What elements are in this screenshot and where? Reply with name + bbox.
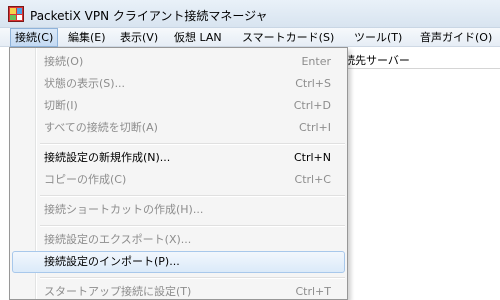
menu-item-label: 接続ショートカットの作成(H)... [44, 203, 204, 216]
menu-view[interactable]: 表示(V) [116, 28, 162, 47]
menu-item-startup-connection[interactable]: スタートアップ接続に設定(T) Ctrl+T [12, 281, 345, 299]
window-title: PacketiX VPN クライアント接続マネージャ [30, 9, 268, 23]
menu-bar: 接続(C) 編集(E) 表示(V) 仮想 LAN スマートカード(S) ツール(… [0, 28, 500, 47]
menu-item-label: 接続設定のエクスポート(X)... [44, 233, 192, 246]
menu-item-disconnect-all[interactable]: すべての接続を切断(A) Ctrl+I [12, 117, 345, 139]
menu-item-label: 切断(I) [44, 99, 78, 112]
menu-separator [40, 143, 345, 145]
menu-separator [40, 225, 345, 227]
menu-item-shortcut: Ctrl+I [298, 121, 331, 134]
menu-item-new-connection[interactable]: 接続設定の新規作成(N)... Ctrl+N [12, 147, 345, 169]
menu-edit[interactable]: 編集(E) [64, 28, 110, 47]
menu-item-disconnect[interactable]: 切断(I) Ctrl+D [12, 95, 345, 117]
menu-item-label: すべての接続を切断(A) [44, 121, 158, 134]
packetix-app-icon[interactable] [8, 6, 24, 22]
menu-item-shortcut: Ctrl+D [293, 99, 331, 112]
menu-item-import[interactable]: 接続設定のインポート(P)... [12, 251, 345, 273]
menu-item-label: 状態の表示(S)... [44, 77, 126, 90]
column-header-server[interactable]: 続先サーバー [340, 52, 500, 69]
menu-item-label: 接続設定の新規作成(N)... [44, 151, 171, 164]
menu-item-shortcut: Ctrl+T [295, 285, 331, 298]
connect-menu-dropdown: 接続(O) Enter 状態の表示(S)... Ctrl+S 切断(I) Ctr… [9, 47, 348, 300]
menu-item-label: 接続設定のインポート(P)... [44, 255, 180, 268]
menu-item-create-shortcut[interactable]: 接続ショートカットの作成(H)... [12, 199, 345, 221]
menu-item-copy[interactable]: コピーの作成(C) Ctrl+C [12, 169, 345, 191]
window-titlebar: PacketiX VPN クライアント接続マネージャ [0, 0, 500, 28]
menu-item-label: コピーの作成(C) [44, 173, 127, 186]
menu-item-label: 接続(O) [44, 55, 84, 68]
menu-virtual-lan[interactable]: 仮想 LAN [170, 28, 226, 47]
menu-item-export[interactable]: 接続設定のエクスポート(X)... [12, 229, 345, 251]
menu-separator [40, 195, 345, 197]
menu-voice-guide[interactable]: 音声ガイド(O) [416, 28, 496, 47]
menu-connect[interactable]: 接続(C) [10, 28, 59, 47]
menu-item-shortcut: Ctrl+S [295, 77, 331, 90]
menu-separator [40, 277, 345, 279]
menu-smartcard[interactable]: スマートカード(S) [238, 28, 338, 47]
menu-item-connect[interactable]: 接続(O) Enter [12, 51, 345, 73]
menu-item-shortcut: Ctrl+C [294, 173, 331, 186]
menu-tools[interactable]: ツール(T) [350, 28, 406, 47]
menu-item-shortcut: Ctrl+N [293, 151, 331, 164]
menu-item-label: スタートアップ接続に設定(T) [44, 285, 192, 298]
menu-item-show-status[interactable]: 状態の表示(S)... Ctrl+S [12, 73, 345, 95]
menu-item-shortcut: Enter [301, 55, 331, 68]
